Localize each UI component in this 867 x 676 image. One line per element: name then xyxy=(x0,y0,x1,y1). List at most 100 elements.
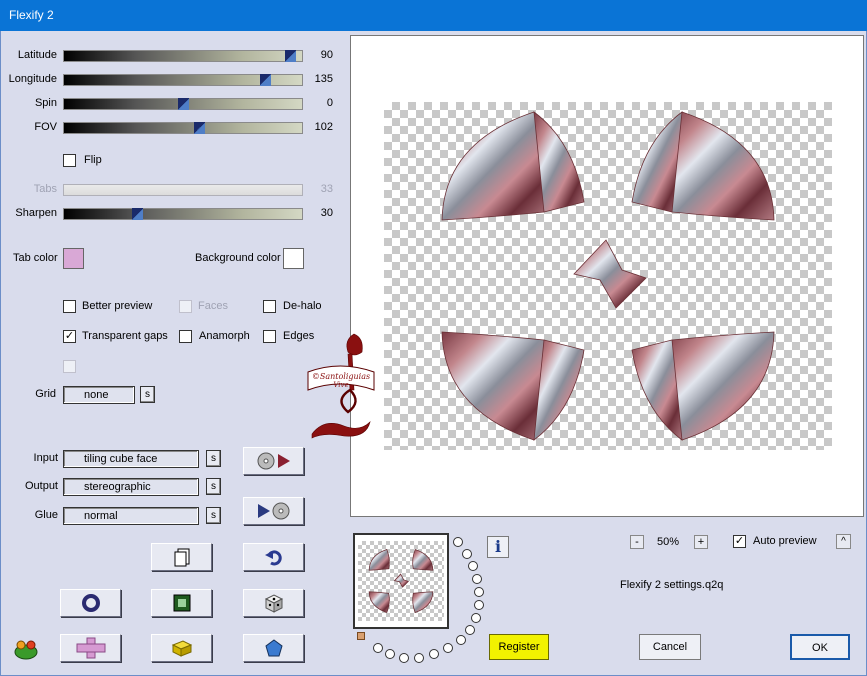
sharpen-slider-thumb[interactable] xyxy=(132,208,143,220)
auto-preview-checkbox[interactable]: ✓ xyxy=(733,535,746,548)
tabs-label: Tabs xyxy=(33,183,57,195)
frame-button[interactable] xyxy=(151,589,212,617)
document-icon xyxy=(174,548,189,567)
undo-icon xyxy=(264,550,282,566)
watermark-stamp: ©Santoliguias Vive xyxy=(307,333,375,439)
cube-button[interactable] xyxy=(151,634,212,662)
extra-option-checkbox[interactable] xyxy=(63,360,76,373)
load-preset-button[interactable] xyxy=(243,447,304,475)
ring-icon xyxy=(81,594,100,612)
dial-dot[interactable] xyxy=(399,653,409,663)
spin-slider-thumb[interactable] xyxy=(178,98,189,110)
dial-dot[interactable] xyxy=(471,613,481,623)
dial-dot[interactable] xyxy=(474,600,484,610)
disc-play-icon xyxy=(257,452,290,470)
tab-color-swatch[interactable] xyxy=(63,248,84,269)
latitude-label: Latitude xyxy=(17,49,57,61)
sharpen-slider[interactable] xyxy=(63,208,303,220)
fov-slider[interactable] xyxy=(63,122,303,134)
tabs-slider[interactable] xyxy=(63,184,303,196)
watermark-text-2: Vive xyxy=(333,381,348,389)
new-document-button[interactable] xyxy=(151,543,212,571)
frame-icon xyxy=(173,594,190,612)
navigator-anchor[interactable] xyxy=(357,632,365,640)
input-s-button[interactable]: s xyxy=(206,450,221,467)
frog-logo-icon xyxy=(14,640,38,660)
output-s-button[interactable]: s xyxy=(206,478,221,495)
output-select[interactable]: stereographic xyxy=(63,478,199,496)
undo-button[interactable] xyxy=(243,543,304,571)
thumbnail-navigator[interactable] xyxy=(353,533,449,629)
zoom-out-button[interactable]: - xyxy=(630,535,644,549)
transparent-gaps-label: Transparent gaps xyxy=(82,330,168,342)
longitude-value: 135 xyxy=(314,73,333,85)
grid-s-button[interactable]: s xyxy=(140,386,155,403)
register-button[interactable]: Register xyxy=(489,634,549,660)
faces-checkbox[interactable] xyxy=(179,300,192,313)
pentagon-button[interactable] xyxy=(243,634,304,662)
dial-dot[interactable] xyxy=(385,649,395,659)
ok-button[interactable]: OK xyxy=(790,634,850,660)
flip-checkbox[interactable] xyxy=(63,154,76,167)
cross-button[interactable] xyxy=(60,634,121,662)
latitude-slider-thumb[interactable] xyxy=(285,50,296,62)
dial-dot[interactable] xyxy=(462,549,472,559)
window-title: Flexify 2 xyxy=(0,0,867,31)
dial-dot[interactable] xyxy=(414,653,424,663)
preview-pane[interactable] xyxy=(350,35,864,517)
background-color-label: Background color xyxy=(195,252,281,264)
flexify-preview-image xyxy=(441,111,775,441)
better-preview-checkbox[interactable] xyxy=(63,300,76,313)
edges-checkbox[interactable] xyxy=(263,330,276,343)
dial-dot[interactable] xyxy=(472,574,482,584)
thumbnail-image xyxy=(368,549,434,613)
spin-label: Spin xyxy=(34,97,57,109)
auto-preview-label: Auto preview xyxy=(753,535,817,547)
latitude-slider[interactable] xyxy=(63,50,303,62)
grid-select[interactable]: none xyxy=(63,386,135,404)
dial-dot[interactable] xyxy=(373,643,383,653)
better-preview-label: Better preview xyxy=(82,300,153,312)
dial-dot[interactable] xyxy=(443,643,453,653)
dial-dot[interactable] xyxy=(468,561,478,571)
save-preset-button[interactable] xyxy=(243,497,304,525)
longitude-label: Longitude xyxy=(8,73,57,85)
flip-label: Flip xyxy=(84,154,102,166)
sharpen-value: 30 xyxy=(320,207,333,219)
longitude-slider[interactable] xyxy=(63,74,303,86)
dial-dot[interactable] xyxy=(429,649,439,659)
dial-dot[interactable] xyxy=(456,635,466,645)
dial-dot[interactable] xyxy=(453,537,463,547)
cross-tiles-icon xyxy=(76,637,105,659)
input-label: Input xyxy=(33,452,58,464)
zoom-level: 50% xyxy=(657,536,680,548)
dialog-body: Latitude 90 Longitude 135 Spin 0 FOV 102 Tabs 33 S… xyxy=(0,31,867,676)
background-color-swatch[interactable] xyxy=(283,248,304,269)
glue-select[interactable]: normal xyxy=(63,507,199,525)
collapse-button[interactable]: ^ xyxy=(836,534,851,549)
dial-dot[interactable] xyxy=(465,625,475,635)
dehalo-label: De-halo xyxy=(283,300,322,312)
input-select[interactable]: tiling cube face xyxy=(63,450,199,468)
dice-icon xyxy=(264,594,283,613)
longitude-slider-thumb[interactable] xyxy=(260,74,271,86)
anamorph-checkbox[interactable] xyxy=(179,330,192,343)
anamorph-label: Anamorph xyxy=(199,330,250,342)
dial-dot[interactable] xyxy=(474,587,484,597)
latitude-value: 90 xyxy=(320,49,333,61)
ring-button[interactable] xyxy=(60,589,121,617)
spin-value: 0 xyxy=(326,97,333,109)
glue-s-button[interactable]: s xyxy=(206,507,221,524)
dehalo-checkbox[interactable] xyxy=(263,300,276,313)
grid-label: Grid xyxy=(35,388,56,400)
transparent-gaps-checkbox[interactable]: ✓ xyxy=(63,330,76,343)
random-button[interactable] xyxy=(243,589,304,617)
fov-slider-thumb[interactable] xyxy=(194,122,205,134)
zoom-in-button[interactable]: + xyxy=(694,535,708,549)
watermark-text-1: ©Santoliguias xyxy=(312,372,370,381)
fov-value: 102 xyxy=(314,121,333,133)
settings-filename: Flexify 2 settings.q2q xyxy=(620,579,724,591)
info-button[interactable]: i xyxy=(487,536,509,558)
cancel-button[interactable]: Cancel xyxy=(639,634,701,660)
spin-slider[interactable] xyxy=(63,98,303,110)
